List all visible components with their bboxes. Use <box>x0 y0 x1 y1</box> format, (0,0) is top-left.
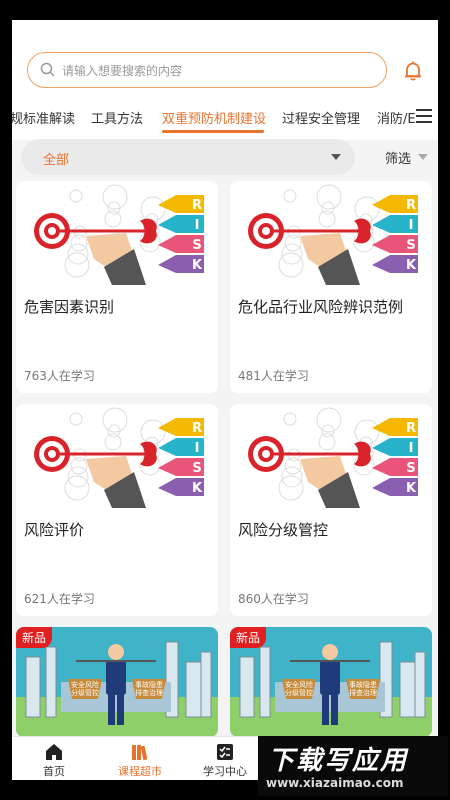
risk-dart-illustration: RISK <box>248 184 418 285</box>
course-thumbnail: RISK <box>16 181 218 285</box>
new-badge: 新品 <box>16 627 53 648</box>
course-title: 风险分级管控 <box>238 521 329 539</box>
course-thumbnail: RISK <box>230 404 432 508</box>
watermark: 下载写应用 www.xiazaimao.com <box>258 736 448 796</box>
nav-label: 课程超市 <box>118 765 162 778</box>
risk-letter: K <box>192 481 203 496</box>
course-title: 风险评价 <box>24 521 85 539</box>
risk-letter: S <box>406 461 415 476</box>
watermark-url: www.xiazaimao.com <box>266 776 404 790</box>
course-title: 危化品行业风险辨识范例 <box>238 298 404 316</box>
risk-dart-illustration: RISK <box>34 184 204 285</box>
top-bar: 请输入想要搜索的内容 <box>12 20 438 100</box>
books-icon <box>132 745 148 761</box>
home-icon <box>46 744 62 760</box>
risk-letter: I <box>195 218 200 233</box>
nav-label: 学习中心 <box>203 765 247 778</box>
dropdown-value: 全部 <box>43 153 70 168</box>
nav-label: 首页 <box>43 765 65 778</box>
risk-letter: R <box>406 421 416 436</box>
search-icon <box>40 62 55 77</box>
learner-count: 860人在学习 <box>238 592 309 606</box>
sign-text: 事故隐患排查治理 <box>349 680 377 697</box>
tab-standards[interactable]: 规标准解读 <box>12 108 75 127</box>
bell-icon[interactable] <box>402 60 424 82</box>
checklist-icon <box>217 744 233 760</box>
risk-letter: S <box>406 238 415 253</box>
tab-process-safety[interactable]: 过程安全管理 <box>282 108 360 127</box>
tab-dual-prevention[interactable]: 双重预防机制建设 <box>162 108 266 127</box>
course-card[interactable]: RISK 危化品行业风险辨识范例 481人在学习 <box>230 181 432 393</box>
sign-text: 事故隐患排查治理 <box>135 680 163 697</box>
learner-count: 481人在学习 <box>238 369 309 383</box>
tab-fire[interactable]: 消防/E <box>377 108 416 127</box>
risk-letter: K <box>406 481 417 496</box>
search-placeholder: 请输入想要搜索的内容 <box>62 63 183 78</box>
course-title: 危害因素识别 <box>24 298 115 316</box>
app-screen: 请输入想要搜索的内容 规标准解读 工具方法 双重预防机制建设 过程安全管理 消防… <box>12 20 438 780</box>
course-card[interactable]: RISK 风险分级管控 860人在学习 <box>230 404 432 616</box>
risk-letter: S <box>192 238 201 253</box>
watermark-title: 下载写应用 <box>268 746 409 776</box>
risk-dart-illustration: RISK <box>248 407 418 508</box>
tab-tools[interactable]: 工具方法 <box>91 108 143 127</box>
learner-count: 621人在学习 <box>24 592 95 606</box>
risk-letter: S <box>192 461 201 476</box>
course-card[interactable]: RISK 风险评价 621人在学习 <box>16 404 218 616</box>
nav-home[interactable]: 首页 <box>14 737 94 780</box>
search-input[interactable]: 请输入想要搜索的内容 <box>27 52 387 88</box>
sign-text: 安全风险分级管控 <box>71 680 99 697</box>
risk-letter: I <box>195 441 200 456</box>
risk-letter: R <box>406 198 416 213</box>
risk-letter: I <box>409 218 414 233</box>
category-dropdown[interactable]: 全部 <box>21 139 355 175</box>
course-card[interactable]: RISK 危害因素识别 763人在学习 <box>16 181 218 393</box>
risk-letter: R <box>192 421 202 436</box>
nav-course-market[interactable]: 课程超市 <box>100 737 180 780</box>
sign-text: 安全风险分级管控 <box>285 680 313 697</box>
nav-learning-center[interactable]: 学习中心 <box>185 737 265 780</box>
risk-letter: K <box>192 258 203 273</box>
risk-letter: K <box>406 258 417 273</box>
caret-down-icon <box>331 154 341 160</box>
risk-letter: I <box>409 441 414 456</box>
filter-button[interactable]: 筛选 <box>385 148 411 167</box>
active-tab-indicator <box>162 130 264 133</box>
new-badge: 新品 <box>230 627 267 648</box>
category-tabs: 规标准解读 工具方法 双重预防机制建设 过程安全管理 消防/E <box>12 100 438 140</box>
course-thumbnail: RISK <box>16 404 218 508</box>
risk-dart-illustration: RISK <box>34 407 204 508</box>
course-thumbnail: RISK <box>230 181 432 285</box>
risk-letter: R <box>192 198 202 213</box>
promo-card[interactable]: 安全风险分级管控 事故隐患排查治理 新品 <box>230 627 432 737</box>
filter-caret-icon <box>418 154 428 160</box>
promo-card[interactable]: 安全风险分级管控 事故隐患排查治理 新品 <box>16 627 218 737</box>
learner-count: 763人在学习 <box>24 369 95 383</box>
menu-icon[interactable] <box>416 109 432 123</box>
